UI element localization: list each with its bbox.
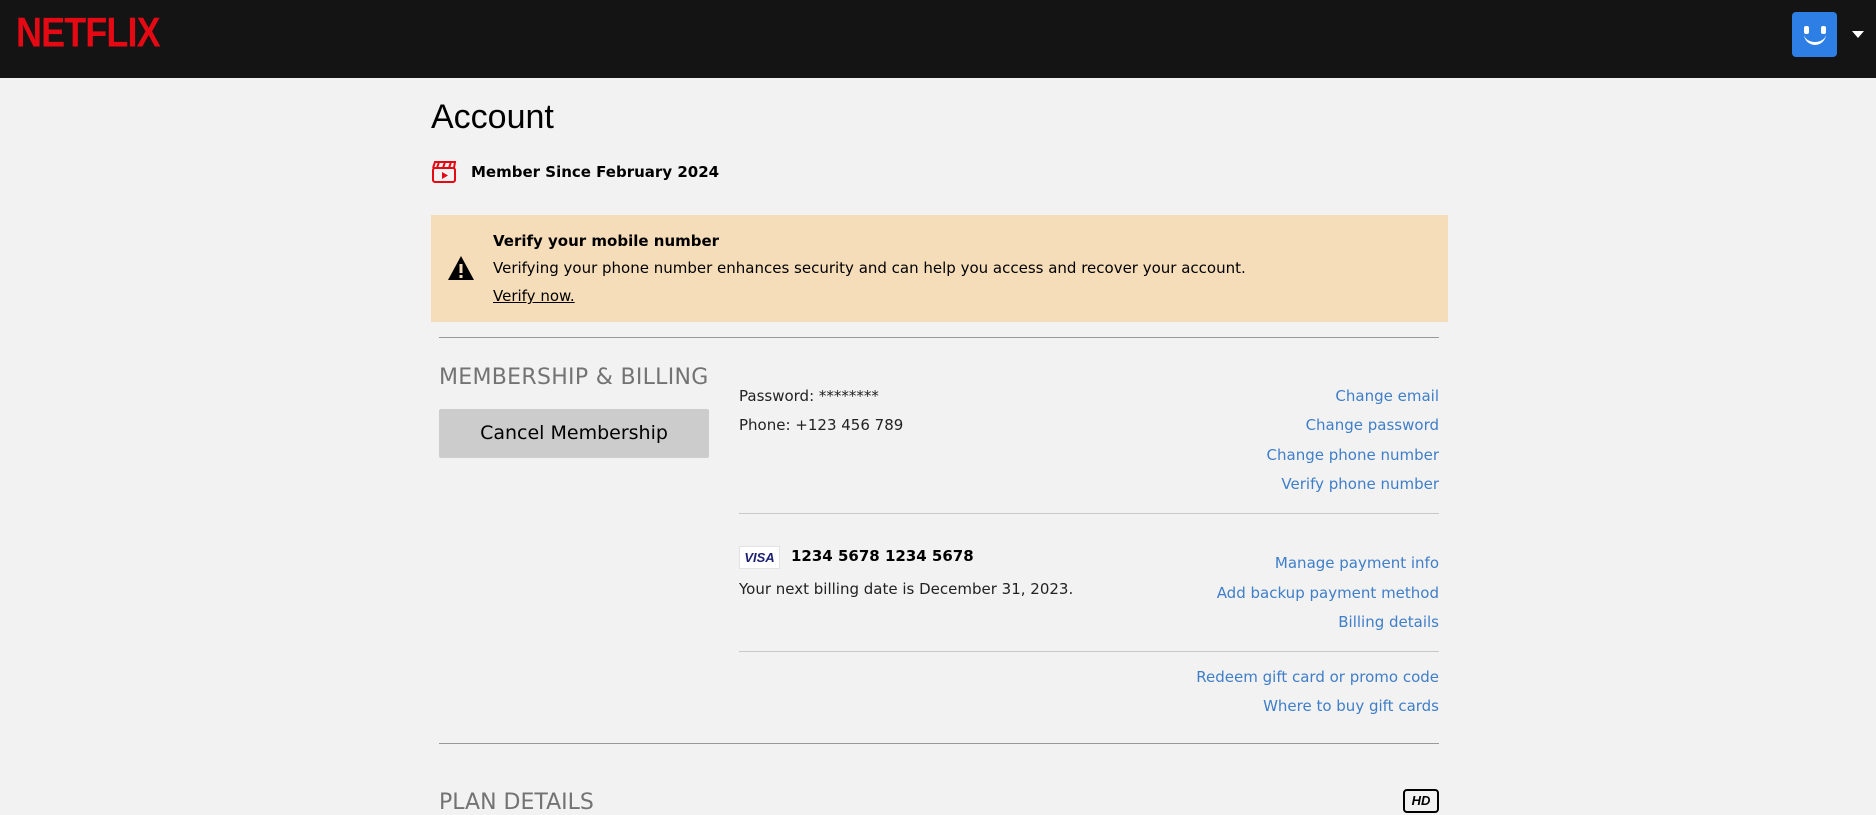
- change-password-link[interactable]: Change password: [1306, 416, 1439, 434]
- add-backup-payment-link[interactable]: Add backup payment method: [1217, 584, 1439, 602]
- netflix-logo[interactable]: NETFLIX: [16, 12, 161, 54]
- alert-body: Verifying your phone number enhances sec…: [493, 259, 1246, 277]
- billing-divider: [739, 513, 1439, 514]
- clapperboard-icon: [432, 161, 457, 183]
- membership-billing-title: MEMBERSHIP & BILLING: [439, 365, 709, 390]
- card-number: 1234 5678 1234 5678: [791, 547, 974, 565]
- verify-phone-number-link[interactable]: Verify phone number: [1281, 475, 1439, 493]
- member-since-text: Member Since February 2024: [471, 163, 720, 181]
- billing-details-link[interactable]: Billing details: [1338, 613, 1439, 631]
- verify-phone-banner: Verify your mobile number Verifying your…: [431, 215, 1448, 322]
- top-nav-bar: NETFLIX: [0, 0, 1876, 78]
- visa-card-icon: VISA: [739, 546, 780, 569]
- where-to-buy-gift-cards-link[interactable]: Where to buy gift cards: [1263, 697, 1439, 715]
- verify-now-link[interactable]: Verify now.: [493, 287, 575, 305]
- profile-menu-caret-icon[interactable]: [1852, 31, 1864, 38]
- change-phone-number-link[interactable]: Change phone number: [1267, 446, 1439, 464]
- member-since-row: Member Since February 2024: [431, 159, 719, 185]
- next-billing-date: Your next billing date is December 31, 2…: [739, 580, 1074, 598]
- section-divider: [439, 337, 1439, 338]
- gift-divider: [739, 651, 1439, 652]
- hd-badge-icon: HD: [1403, 789, 1439, 813]
- password-text: Password: ********: [739, 387, 879, 405]
- profile-avatar-icon[interactable]: [1792, 12, 1837, 57]
- plan-details-title: PLAN DETAILS: [439, 790, 594, 815]
- change-email-link[interactable]: Change email: [1335, 387, 1439, 405]
- plan-divider: [439, 743, 1439, 744]
- redeem-gift-card-link[interactable]: Redeem gift card or promo code: [1196, 668, 1439, 686]
- warning-icon: [448, 256, 474, 280]
- avatar-smile: [1804, 32, 1826, 45]
- page-title: Account: [431, 98, 554, 136]
- manage-payment-info-link[interactable]: Manage payment info: [1275, 554, 1439, 572]
- cancel-membership-button[interactable]: Cancel Membership: [439, 409, 709, 457]
- phone-text: Phone: +123 456 789: [739, 416, 904, 434]
- alert-title: Verify your mobile number: [493, 232, 720, 250]
